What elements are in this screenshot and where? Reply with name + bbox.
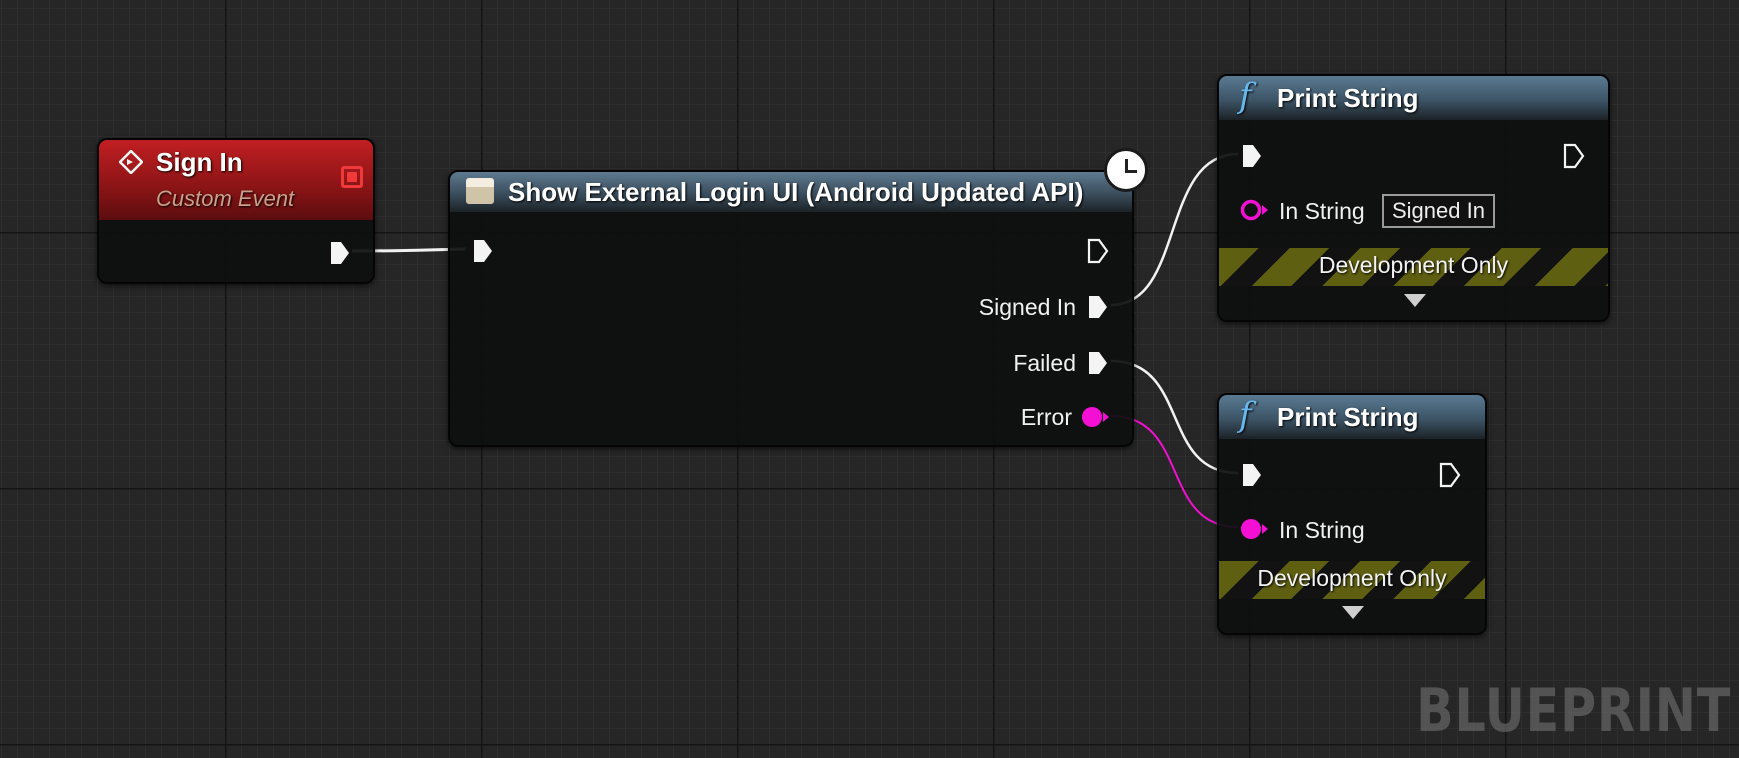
in-string-input[interactable]: Signed In — [1382, 194, 1495, 228]
node-sign-in-event[interactable]: Sign In Custom Event — [97, 138, 375, 284]
development-only-label: Development Only — [1257, 565, 1447, 591]
function-icon: f — [1239, 395, 1252, 435]
development-only-label: Development Only — [1318, 252, 1509, 278]
node-title: Print String — [1277, 83, 1419, 113]
failed-pin-label: Failed — [1013, 350, 1076, 376]
exec-input-pin[interactable] — [1241, 462, 1263, 488]
node-print-string-1[interactable]: f Print String In String Signed In Devel… — [1217, 74, 1610, 322]
in-string-label: In String — [1279, 198, 1365, 224]
node-title: Sign In — [156, 147, 243, 177]
signed-in-exec-pin[interactable] — [1087, 294, 1109, 320]
blueprint-graph-canvas[interactable]: Sign In Custom Event Show External Login… — [0, 0, 1739, 758]
error-string-pin[interactable] — [1080, 405, 1110, 429]
document-icon — [466, 178, 494, 204]
node-show-external-login-ui[interactable]: Show External Login UI (Android Updated … — [448, 148, 1148, 447]
clock-icon — [1104, 148, 1148, 192]
expand-arrow-icon[interactable] — [1404, 294, 1426, 307]
node-title: Print String — [1277, 402, 1419, 432]
in-string-pin[interactable] — [1239, 198, 1269, 222]
node-subtitle: Custom Event — [156, 186, 295, 211]
function-icon: f — [1239, 76, 1252, 116]
exec-output-pin[interactable] — [329, 240, 351, 266]
exec-output-pin[interactable] — [1087, 238, 1109, 264]
delegate-output-pin[interactable] — [341, 166, 363, 188]
node-title: Show External Login UI (Android Updated … — [508, 177, 1084, 207]
in-string-label: In String — [1279, 517, 1365, 543]
blueprint-watermark: BLUEPRINT — [1415, 676, 1731, 746]
failed-exec-pin[interactable] — [1087, 350, 1109, 376]
node-header[interactable]: Show External Login UI (Android Updated … — [450, 172, 1132, 212]
node-header[interactable]: f Print String — [1219, 395, 1485, 439]
node-header[interactable]: Sign In Custom Event — [99, 140, 373, 220]
expand-arrow-icon[interactable] — [1342, 606, 1364, 619]
event-diamond-icon — [119, 150, 143, 174]
node-print-string-2[interactable]: f Print String In String Development Onl… — [1217, 393, 1487, 635]
node-header[interactable]: f Print String — [1219, 76, 1608, 120]
signed-in-pin-label: Signed In — [978, 294, 1076, 320]
exec-output-pin[interactable] — [1563, 143, 1585, 169]
error-pin-label: Error — [1020, 404, 1072, 430]
exec-input-pin[interactable] — [1241, 143, 1263, 169]
in-string-pin[interactable] — [1239, 517, 1269, 541]
exec-input-pin[interactable] — [472, 238, 494, 264]
exec-output-pin[interactable] — [1439, 462, 1461, 488]
